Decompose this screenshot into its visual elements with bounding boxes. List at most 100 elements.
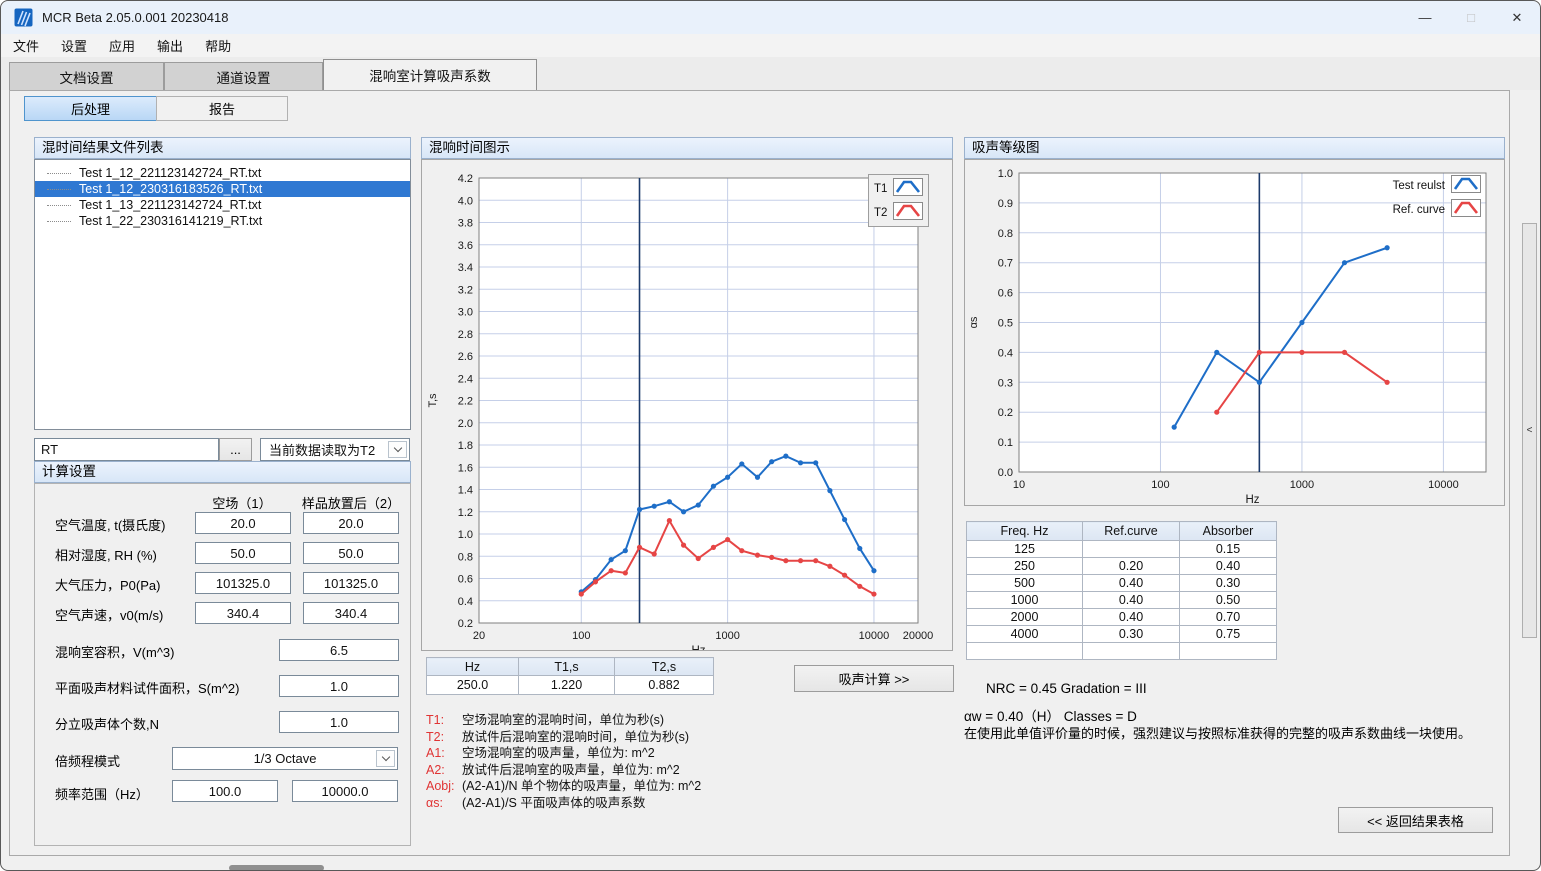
absorption-calc-button[interactable]: 吸声计算 >>	[794, 665, 954, 692]
tree-branch-icon	[47, 189, 71, 190]
menu-item[interactable]: 应用	[98, 34, 146, 57]
menu-item[interactable]: 设置	[50, 34, 98, 57]
svg-text:T,s: T,s	[427, 393, 439, 408]
svg-text:1.8: 1.8	[458, 440, 473, 452]
svg-text:2.2: 2.2	[458, 396, 473, 408]
bottom-scrollbar-fragment	[229, 865, 324, 871]
subtab-report[interactable]: 报告	[156, 96, 288, 121]
tab-reverb-absorption[interactable]: 混响室计算吸声系数	[323, 59, 537, 90]
svg-text:1.2: 1.2	[458, 507, 473, 519]
svg-text:4.2: 4.2	[458, 173, 473, 185]
maximize-button[interactable]: □	[1448, 1, 1494, 34]
calc-field-input-2[interactable]: 20.0	[303, 512, 399, 534]
calc-field-input-1[interactable]: 50.0	[195, 542, 291, 564]
svg-text:20000: 20000	[903, 630, 934, 642]
table-row: 4000 0.30 0.75	[967, 626, 1277, 643]
file-name: Test 1_12_230316183526_RT.txt	[79, 182, 262, 196]
rt-name-input[interactable]: RT	[34, 438, 219, 461]
calc-single-input[interactable]: 6.5	[279, 639, 399, 661]
calc-field-label: 大气压力，P0(Pa)	[55, 575, 160, 594]
calc-single-label: 混响室容积，V(m^3)	[55, 642, 175, 661]
table-cell: 0.40	[1083, 609, 1180, 626]
svg-text:Hz: Hz	[691, 645, 705, 650]
menu-item[interactable]: 输出	[146, 34, 194, 57]
table-cell: 4000	[967, 626, 1083, 643]
tab-strip: 文档设置 通道设置 混响室计算吸声系数	[1, 57, 1540, 90]
table-cell: 0.70	[1180, 609, 1277, 626]
freq-min-input[interactable]: 100.0	[172, 780, 278, 802]
file-list-item[interactable]: Test 1_12_230316183526_RT.txt	[35, 181, 410, 197]
calc-field-input-1[interactable]: 101325.0	[195, 572, 291, 594]
calc-field-row: 相对湿度, RH (%) 50.0 50.0	[35, 542, 410, 572]
chart-legend: T1T2	[868, 174, 929, 227]
legend-label: T2	[874, 207, 887, 219]
table-cell: 500	[967, 575, 1083, 592]
file-list-item[interactable]: Test 1_13_221123142724_RT.txt	[35, 197, 410, 213]
advice-text: 在使用此单值评价量的时候，强烈建议与按照标准获得的完整的吸声系数曲线一块使用。	[964, 723, 1471, 742]
tree-branch-icon	[47, 221, 71, 222]
svg-text:1.0: 1.0	[998, 168, 1013, 180]
menu-item[interactable]: 帮助	[194, 34, 242, 57]
svg-text:0.9: 0.9	[998, 198, 1013, 210]
table-cell	[1083, 643, 1180, 660]
svg-text:0.0: 0.0	[998, 467, 1013, 479]
svg-text:0.5: 0.5	[998, 318, 1013, 330]
file-list-item[interactable]: Test 1_22_230316141219_RT.txt	[35, 213, 410, 229]
svg-text:3.0: 3.0	[458, 307, 473, 319]
calc-single-row: 混响室容积，V(m^3) 6.5	[35, 639, 410, 675]
freq-max-input[interactable]: 10000.0	[292, 780, 398, 802]
calc-settings-header: 计算设置	[34, 461, 411, 483]
minimize-button[interactable]: —	[1402, 1, 1448, 34]
calc-field-input-1[interactable]: 340.4	[195, 602, 291, 624]
file-list[interactable]: Test 1_12_221123142724_RT.txt Test 1_12_…	[34, 159, 411, 430]
table-row: 250 0.20 0.40	[967, 558, 1277, 575]
svg-text:1.0: 1.0	[458, 529, 473, 541]
octave-mode-select[interactable]: 1/3 Octave	[172, 747, 398, 770]
data-read-mode-value: 当前数据读取为T2	[269, 440, 375, 459]
calc-single-input[interactable]: 1.0	[279, 711, 399, 733]
chevron-down-icon[interactable]	[376, 750, 395, 767]
note-row: Aobj: (A2-A1)/N 单个物体的吸声量，单位为: m^2	[426, 778, 701, 795]
svg-text:0.1: 0.1	[998, 437, 1013, 449]
note-key: αs:	[426, 795, 458, 812]
svg-text:3.8: 3.8	[458, 218, 473, 230]
calc-single-input[interactable]: 1.0	[279, 675, 399, 697]
legend-curve-icon	[1451, 199, 1481, 220]
tab-channel-settings[interactable]: 通道设置	[164, 62, 323, 90]
table-cell: 0.30	[1083, 626, 1180, 643]
menu-item[interactable]: 文件	[2, 34, 50, 57]
table-cell: 0.40	[1083, 592, 1180, 609]
table-cell: 0.40	[1180, 558, 1277, 575]
tab-document-settings[interactable]: 文档设置	[9, 62, 164, 90]
chevron-down-icon[interactable]	[388, 441, 407, 458]
calc-field-input-2[interactable]: 50.0	[303, 542, 399, 564]
legend-curve-icon	[1451, 175, 1481, 196]
calc-field-input-1[interactable]: 20.0	[195, 512, 291, 534]
note-key: A2:	[426, 762, 458, 779]
grade-result-table: Freq. Hz Ref.curve Absorber 125 0.15 250…	[966, 521, 1277, 660]
table-cell: 0.40	[1083, 575, 1180, 592]
aw-text: αw = 0.40（H） Classes = D	[964, 705, 1137, 725]
subtab-postprocess[interactable]: 后处理	[24, 96, 157, 121]
file-list-item[interactable]: Test 1_12_221123142724_RT.txt	[35, 165, 410, 181]
calc-field-input-2[interactable]: 340.4	[303, 602, 399, 624]
svg-text:1000: 1000	[715, 630, 739, 642]
file-name: Test 1_12_221123142724_RT.txt	[79, 166, 261, 180]
svg-text:Hz: Hz	[1245, 494, 1259, 505]
collapse-panel-button[interactable]: <	[1522, 223, 1537, 638]
svg-text:3.6: 3.6	[458, 240, 473, 252]
note-text: 空场混响室的混响时间，单位为秒(s)	[462, 712, 664, 729]
freq-range-label: 频率范围（Hz）	[55, 784, 149, 803]
table-header-row: Freq. Hz Ref.curve Absorber	[967, 522, 1277, 541]
data-read-mode-select[interactable]: 当前数据读取为T2	[260, 438, 410, 461]
file-list-panel-header: 混时间结果文件列表	[34, 137, 411, 159]
tree-branch-icon	[47, 173, 71, 174]
note-text: (A2-A1)/S 平面吸声体的吸声系数	[462, 795, 645, 812]
back-to-results-button[interactable]: << 返回结果表格	[1338, 807, 1493, 833]
note-key: A1:	[426, 745, 458, 762]
column-header: T2,s	[615, 658, 714, 676]
calc-field-input-2[interactable]: 101325.0	[303, 572, 399, 594]
close-button[interactable]: ✕	[1494, 1, 1540, 34]
table-row	[967, 643, 1277, 660]
browse-button[interactable]: ...	[219, 438, 252, 461]
